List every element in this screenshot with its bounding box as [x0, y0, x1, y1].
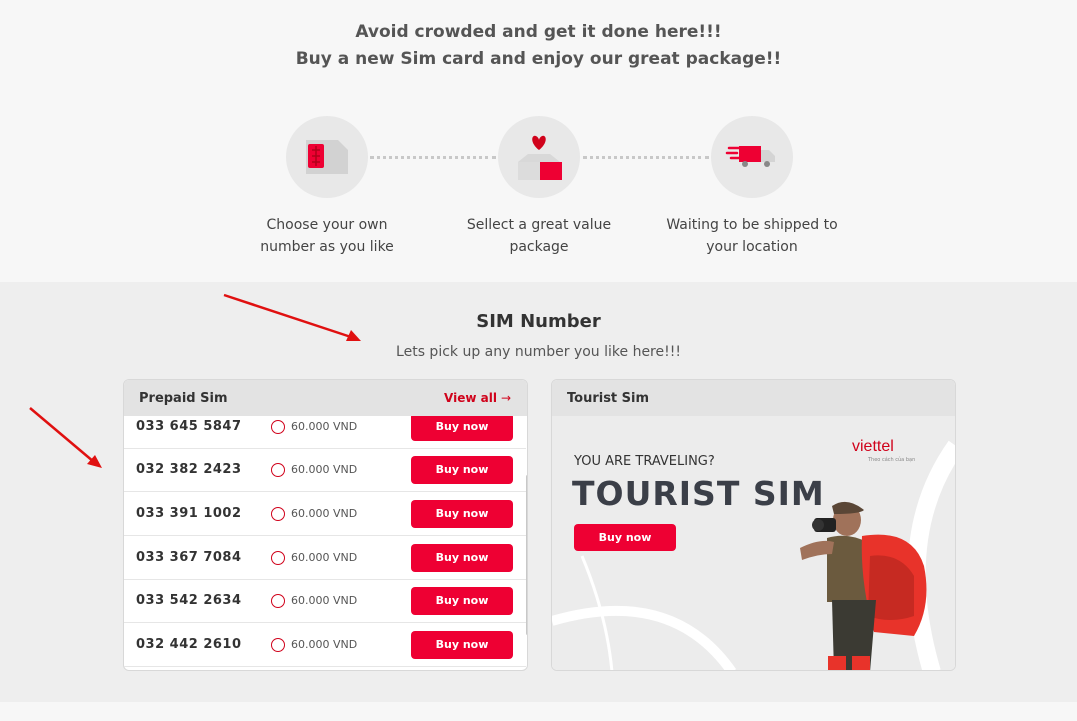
tourist-card-title: Tourist Sim: [567, 391, 650, 406]
tourist-card-header: Tourist Sim: [552, 380, 955, 416]
prepaid-sim-card: Prepaid Sim View all → 033 645 5847 60.00…: [123, 379, 528, 671]
buy-now-button[interactable]: Buy now: [411, 631, 513, 659]
select-radio[interactable]: [271, 551, 285, 565]
sim-price: 60.000 VND: [291, 463, 358, 476]
sim-price: 60.000 VND: [291, 551, 358, 564]
sim-number: 032 382 2423: [136, 462, 242, 477]
list-item: 032 382 2423 60.000 VND Buy now: [124, 449, 526, 492]
step-caption-2: Sellect a great value package: [466, 217, 612, 255]
prepaid-card-header: Prepaid Sim View all →: [124, 380, 527, 416]
buy-now-button[interactable]: Buy now: [411, 500, 513, 528]
select-radio[interactable]: [271, 420, 285, 434]
buy-now-button[interactable]: Buy now: [411, 544, 513, 572]
annotation-arrow-1: [223, 293, 361, 341]
sim-price: 60.000 VND: [291, 507, 358, 520]
viettel-logo: viettel: [852, 438, 894, 455]
sim-card-icon: [306, 140, 348, 174]
sim-price: 60.000 VND: [291, 638, 358, 651]
prepaid-card-title: Prepaid Sim: [139, 391, 228, 406]
sim-price: 60.000 VND: [291, 594, 358, 607]
traveler-photo: [800, 501, 927, 670]
buy-now-button[interactable]: Buy now: [411, 416, 513, 441]
banner-headline: TOURIST SIM: [572, 474, 825, 513]
buy-now-button[interactable]: Buy now: [411, 456, 513, 484]
step-connector-1: [370, 156, 496, 159]
annotation-arrow-2: [29, 407, 102, 468]
sim-number: 032 442 2610: [136, 637, 242, 652]
footer-strip: [0, 702, 1077, 721]
list-item: 032 442 2610 60.000 VND Buy now: [124, 624, 526, 667]
list-item: 033 391 1002 60.000 VND Buy now: [124, 493, 526, 536]
arrow-right-icon: →: [500, 391, 511, 405]
logo-tagline: Theo cách của bạn: [868, 457, 916, 463]
sim-number: 033 367 7084: [136, 550, 242, 565]
step-package: [498, 116, 580, 198]
step-sim-card: [286, 116, 368, 198]
select-radio[interactable]: [271, 638, 285, 652]
select-radio[interactable]: [271, 507, 285, 521]
step-connector-2: [583, 156, 709, 159]
tourist-buy-now-button[interactable]: Buy now: [574, 524, 676, 551]
gift-box-icon: [518, 135, 562, 180]
sim-number: 033 391 1002: [136, 506, 242, 521]
banner-tagline: YOU ARE TRAVELING?: [574, 454, 715, 469]
list-item: 033 645 5847 60.000 VND Buy now: [124, 416, 526, 449]
tourist-sim-card: Tourist Sim viettel Theo cách của bạn YO…: [551, 379, 956, 671]
view-all-link[interactable]: View all →: [444, 391, 511, 405]
section-title: SIM Number: [476, 311, 601, 332]
delivery-truck-icon: [725, 146, 775, 167]
step-caption-3: Waiting to be shipped to your location: [666, 217, 838, 255]
sim-price: 60.000 VND: [291, 420, 358, 433]
list-item: 033 367 7084 60.000 VND Buy now: [124, 537, 526, 580]
hero-headline-1: Avoid crowded and get it done here!!!: [355, 22, 722, 42]
section-subtitle: Lets pick up any number you like here!!!: [396, 344, 681, 360]
sim-number: 033 542 2634: [136, 593, 242, 608]
scrollbar[interactable]: [526, 475, 527, 635]
step-shipping: [711, 116, 793, 198]
step-caption-1: Choose your own number as you like: [260, 217, 394, 255]
hero-headline-2: Buy a new Sim card and enjoy our great p…: [295, 49, 782, 69]
sim-list: 033 645 5847 60.000 VND Buy now 032 382 …: [124, 416, 526, 670]
select-radio[interactable]: [271, 463, 285, 477]
tourist-sim-banner[interactable]: viettel Theo cách của bạn YOU ARE TRAVEL…: [552, 416, 955, 670]
sim-number: 033 645 5847: [136, 419, 242, 434]
list-item: 033 542 2634 60.000 VND Buy now: [124, 580, 526, 623]
buy-now-button[interactable]: Buy now: [411, 587, 513, 615]
select-radio[interactable]: [271, 594, 285, 608]
